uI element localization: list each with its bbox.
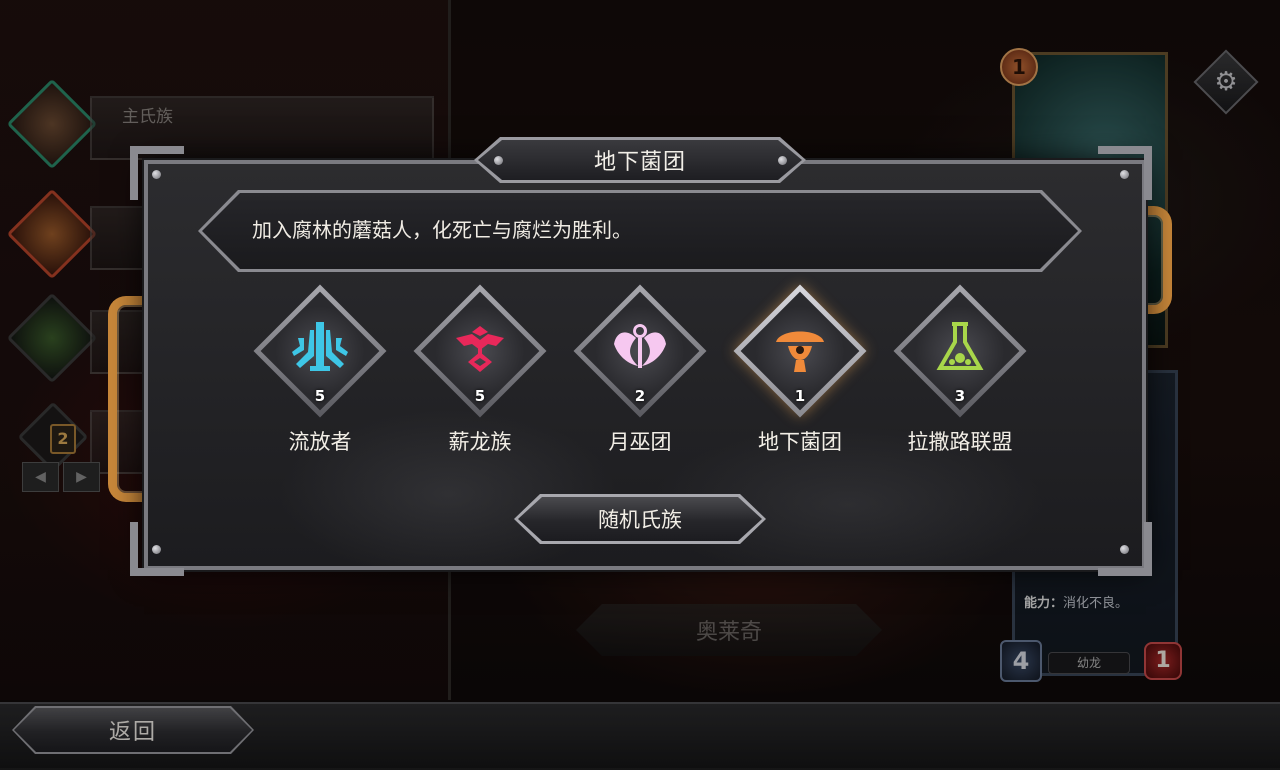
rivet: [1120, 170, 1129, 179]
clan-card-count: 1: [794, 387, 806, 405]
dialog-title: 地下菌团: [478, 140, 802, 180]
clan-name: 拉撒路联盟: [907, 430, 1013, 454]
clan-option-lunar-coven[interactable]: 2 月巫团: [570, 284, 710, 462]
clan-description: 加入腐林的蘑菇人，化死亡与腐烂为胜利。: [252, 218, 632, 242]
clan-name: 流放者: [288, 430, 352, 454]
hellhorned-crest-icon: [456, 326, 504, 372]
rivet: [494, 156, 503, 165]
flask-icon: [936, 322, 984, 370]
clan-name: 月巫团: [608, 430, 672, 454]
mushroom-eye-icon: [776, 331, 824, 372]
clan-name: 地下菌团: [758, 430, 842, 454]
clan-option-exiled[interactable]: 5 流放者: [250, 284, 390, 462]
clan-name: 薪龙族: [448, 430, 512, 454]
rivet: [1120, 545, 1129, 554]
clan-card-count: 2: [634, 387, 646, 405]
rivet: [152, 545, 161, 554]
clan-card-count: 5: [474, 387, 486, 405]
random-clan-button[interactable]: 随机氏族: [518, 497, 762, 541]
clan-card-count: 3: [954, 387, 966, 405]
clan-card-count: 5: [314, 387, 326, 405]
clan-option-hellhorned[interactable]: 5 薪龙族: [410, 284, 550, 462]
clan-option-lazarus-league[interactable]: 3 拉撒路联盟: [890, 284, 1030, 462]
rivet: [778, 156, 787, 165]
rivet: [152, 170, 161, 179]
lunar-wings-icon: [614, 324, 666, 368]
clan-option-underlegion[interactable]: 1 地下菌团: [730, 284, 870, 462]
exiled-crest-icon: [292, 322, 348, 371]
